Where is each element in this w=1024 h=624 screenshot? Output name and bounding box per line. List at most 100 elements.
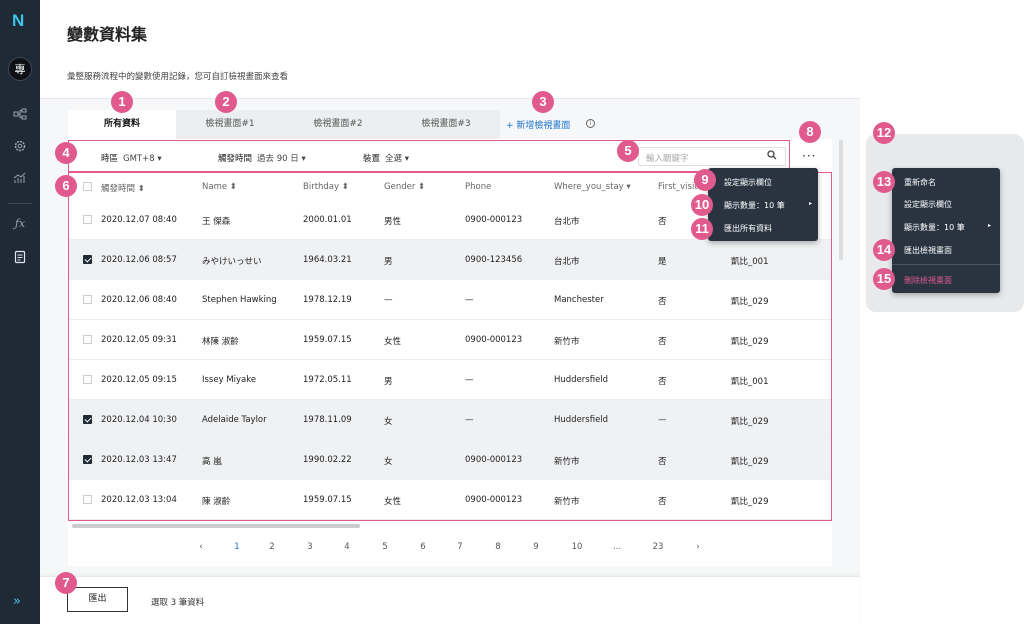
- table-row[interactable]: 2020.12.04 10:30 Adelaide Taylor 1978.11.0…: [69, 400, 831, 440]
- cell-name: 陳 淑齡: [202, 497, 231, 507]
- cell-extra: 凱比_001: [731, 377, 769, 387]
- page-number-button[interactable]: 7: [450, 542, 470, 552]
- page-header: 變數資料集 彙整服務流程中的變數使用記錄，您可自訂檢視畫面來查看: [40, 0, 860, 99]
- page-number-button[interactable]: 9: [526, 542, 546, 552]
- header-gender[interactable]: Gender ⬍: [384, 182, 425, 192]
- cell-trigger-time: 2020.12.07 08:40: [101, 215, 177, 225]
- cell-trigger-time: 2020.12.03 13:47: [101, 455, 177, 465]
- horizontal-scrollbar[interactable]: [72, 524, 360, 528]
- menu-view-display-count[interactable]: 顯示數量：10 筆: [904, 222, 965, 233]
- page-number-button[interactable]: 5: [375, 542, 395, 552]
- timezone-filter[interactable]: 時區 GMT+8 ▾: [101, 152, 162, 164]
- device-value: 全選 ▾: [385, 154, 409, 164]
- cell-trigger-time: 2020.12.05 09:15: [101, 375, 177, 385]
- avatar[interactable]: 專: [8, 57, 32, 81]
- view-options-menu: 重新命名 設定顯示欄位 顯示數量：10 筆 ▸ 匯出檢視畫面 刪除檢視畫面: [892, 168, 1000, 293]
- menu-set-columns[interactable]: 設定顯示欄位: [724, 177, 772, 188]
- cell-where-you-stay: Huddersfield: [554, 375, 609, 385]
- cell-where-you-stay: 台北市: [554, 217, 580, 227]
- trigger-time-filter[interactable]: 觸發時間 過去 90 日 ▾: [218, 152, 306, 164]
- cell-phone: 0900-000123: [465, 455, 523, 465]
- export-button[interactable]: 匯出: [67, 587, 128, 612]
- search-input[interactable]: 輸入關鍵字: [638, 147, 786, 166]
- gear-icon[interactable]: [13, 139, 27, 153]
- header-trigger-time[interactable]: 觸發時間 ⬍: [101, 182, 145, 194]
- search-icon[interactable]: [767, 150, 777, 163]
- info-icon[interactable]: i: [586, 119, 595, 128]
- cell-where-you-stay: 新竹市: [554, 337, 580, 347]
- cell-extra: 凱比_029: [731, 457, 769, 467]
- header-where-you-stay[interactable]: Where_you_stay ▾: [554, 182, 631, 192]
- more-options-button[interactable]: ···: [802, 149, 816, 163]
- menu-view-set-columns[interactable]: 設定顯示欄位: [904, 199, 952, 210]
- menu-rename[interactable]: 重新命名: [904, 177, 936, 188]
- cell-extra: 凱比_029: [731, 417, 769, 427]
- row-checkbox[interactable]: [83, 215, 92, 224]
- device-filter[interactable]: 裝置 全選 ▾: [363, 152, 409, 164]
- cell-gender: 女性: [384, 337, 402, 347]
- tab-view-1[interactable]: 檢視畫面#1: [176, 110, 284, 139]
- header-birthday[interactable]: Birthday ⬍: [303, 182, 349, 192]
- table-row[interactable]: 2020.12.05 09:15 Issey Miyake 1972.05.11 男 —…: [69, 360, 831, 400]
- row-checkbox[interactable]: [83, 415, 92, 424]
- menu-display-count[interactable]: 顯示數量：10 筆: [724, 200, 785, 211]
- cell-name: みやけいっせい: [202, 257, 262, 267]
- timezone-label: 時區: [101, 154, 119, 164]
- page-number-button[interactable]: 4: [337, 542, 357, 552]
- cell-first-visit: 是: [658, 257, 667, 267]
- table-row[interactable]: 2020.12.06 08:40 Stephen Hawking 1978.12.1…: [69, 280, 831, 320]
- flow-icon[interactable]: [13, 107, 27, 121]
- page-description: 彙整服務流程中的變數使用記錄，您可自訂檢視畫面來查看: [67, 72, 289, 82]
- page-number-button[interactable]: 1: [227, 542, 247, 552]
- table-row[interactable]: 2020.12.03 13:47 高 嵐 1990.02.22 女 0900-00012…: [69, 440, 831, 480]
- vertical-scrollbar[interactable]: [839, 140, 843, 260]
- table-row[interactable]: 2020.12.05 09:31 林陳 淑齡 1959.07.15 女性 0900-00…: [69, 320, 831, 360]
- document-icon[interactable]: [13, 250, 27, 264]
- cell-name: Adelaide Taylor: [202, 415, 267, 425]
- function-icon[interactable]: ƒx: [13, 217, 27, 231]
- cell-trigger-time: 2020.12.05 09:31: [101, 335, 177, 345]
- sidebar: N 專 ƒx »: [0, 0, 40, 624]
- row-checkbox[interactable]: [83, 335, 92, 344]
- page-number-button[interactable]: 23: [648, 542, 668, 552]
- tab-view-2[interactable]: 檢視畫面#2: [284, 110, 392, 139]
- device-label: 裝置: [363, 154, 381, 164]
- row-checkbox[interactable]: [83, 455, 92, 464]
- menu-delete-view[interactable]: 刪除檢視畫面: [904, 275, 952, 286]
- table-row[interactable]: 2020.12.06 08:57 みやけいっせい 1964.03.21 男 0900-1…: [69, 240, 831, 280]
- footer-bar: 匯出 選取 3 筆資料: [40, 576, 860, 624]
- cell-trigger-time: 2020.12.04 10:30: [101, 415, 177, 425]
- chart-icon[interactable]: [13, 171, 27, 185]
- cell-phone: 0900-000123: [465, 215, 523, 225]
- next-page-button[interactable]: ›: [688, 542, 708, 552]
- header-name[interactable]: Name ⬍: [202, 182, 237, 192]
- cell-phone: 0900-123456: [465, 255, 523, 265]
- row-checkbox[interactable]: [83, 495, 92, 504]
- row-checkbox[interactable]: [83, 295, 92, 304]
- main-area: 變數資料集 彙整服務流程中的變數使用記錄，您可自訂檢視畫面來查看 所有資料 檢視…: [40, 0, 860, 624]
- menu-export-all[interactable]: 匯出所有資料: [724, 223, 772, 234]
- row-checkbox[interactable]: [83, 255, 92, 264]
- badge-15: 15: [873, 268, 895, 290]
- tab-view-3[interactable]: 檢視畫面#3: [392, 110, 500, 139]
- table-row[interactable]: 2020.12.03 13:04 陳 淑齡 1959.07.15 女性 0900-000…: [69, 480, 831, 520]
- page-number-button[interactable]: 6: [413, 542, 433, 552]
- header-first-visit: First_visit: [658, 182, 698, 192]
- expand-sidebar-icon[interactable]: »: [13, 594, 21, 609]
- select-all-checkbox[interactable]: [83, 182, 92, 191]
- menu-export-view[interactable]: 匯出檢視畫面: [904, 245, 952, 256]
- cell-first-visit: 否: [658, 297, 667, 307]
- page-number-button[interactable]: 10: [567, 542, 587, 552]
- add-view-button[interactable]: + 新增檢視畫面: [506, 118, 570, 131]
- row-checkbox[interactable]: [83, 375, 92, 384]
- page-number-button[interactable]: 2: [262, 542, 282, 552]
- logo: N: [12, 11, 25, 30]
- tab-all-data[interactable]: 所有資料: [68, 110, 176, 139]
- cell-first-visit: 否: [658, 337, 667, 347]
- cell-extra: 凱比_001: [731, 257, 769, 267]
- page-number-button[interactable]: 8: [488, 542, 508, 552]
- search-placeholder: 輸入關鍵字: [646, 154, 689, 164]
- selection-count: 選取 3 筆資料: [151, 598, 205, 608]
- page-number-button[interactable]: 3: [300, 542, 320, 552]
- prev-page-button[interactable]: ‹: [191, 542, 211, 552]
